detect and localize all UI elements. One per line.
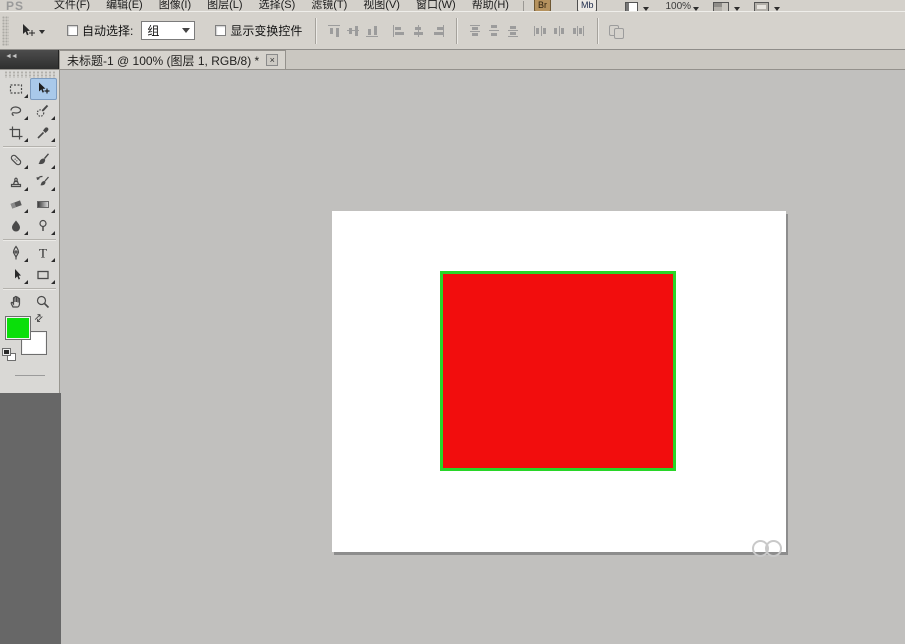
align-vertical-centers-icon[interactable] [345,24,362,38]
move-tool-icon [19,23,37,39]
workspace: T ⇄ [0,70,905,644]
mb-button[interactable]: Mb [577,0,598,11]
zoom-tool[interactable] [30,291,57,313]
distribute-top-edges-icon[interactable] [467,24,484,38]
chevron-down-icon[interactable] [643,7,649,11]
align-bottom-edges-icon[interactable] [364,24,381,38]
distribute-right-edges-icon[interactable] [570,24,587,38]
menu-image[interactable]: 图像(I) [151,0,199,11]
align-right-edges-icon[interactable] [429,24,446,38]
auto-select-dropdown[interactable]: 组 [141,21,195,40]
chevron-down-icon[interactable] [774,7,780,11]
align-horizontal-centers-icon[interactable] [410,24,427,38]
collapse-panels-button[interactable]: ◄◄ [0,50,59,69]
document-tab-bar: ◄◄ 未标题-1 @ 100% (图层 1, RGB/8) * × [0,50,905,70]
auto-select-checkbox[interactable] [67,25,78,36]
launch-bridge-button[interactable]: Br [534,0,551,11]
double-arrow-icon: ◄◄ [5,53,17,60]
divider [15,375,45,376]
document-tab[interactable]: 未标题-1 @ 100% (图层 1, RGB/8) * × [59,50,286,69]
rectangular-marquee-tool[interactable] [3,78,30,100]
auto-select-value: 组 [142,22,182,39]
lasso-tool[interactable] [3,100,30,122]
menu-bar: PS 文件(F) 编辑(E) 图像(I) 图层(L) 选择(S) 滤镜(T) 视… [0,0,905,11]
document-tab-title: 未标题-1 @ 100% (图层 1, RGB/8) * [67,52,259,69]
type-tool[interactable]: T [30,242,57,264]
rectangle-shape-tool[interactable] [30,264,57,286]
close-icon[interactable]: × [266,54,278,66]
show-transform-checkbox[interactable] [215,25,226,36]
menu-window[interactable]: 窗口(W) [408,0,464,11]
chevron-down-icon[interactable] [693,7,699,11]
separator [315,18,316,44]
zoom-level-value[interactable]: 100% [665,1,691,11]
separator [597,18,598,44]
watermark-circles [752,538,792,560]
auto-select-label: 自动选择: [82,22,133,39]
align-top-edges-icon[interactable] [326,24,343,38]
menu-view[interactable]: 视图(V) [355,0,408,11]
document-canvas[interactable] [332,211,786,552]
color-swatches: ⇄ [0,313,59,367]
divider [3,239,56,240]
quick-selection-tool[interactable] [30,100,57,122]
blur-tool[interactable] [3,215,30,237]
menu-select[interactable]: 选择(S) [251,0,304,11]
auto-align-layers-icon[interactable] [608,24,625,38]
separator [456,18,457,44]
screen-mode-icon[interactable] [754,2,769,11]
menu-help[interactable]: 帮助(H) [464,0,517,11]
menu-separator [523,1,524,11]
svg-text:T: T [39,246,47,261]
hand-tool[interactable] [3,291,30,313]
eraser-tool[interactable] [3,193,30,215]
options-bar-grip[interactable] [2,16,9,46]
divider [3,288,56,289]
gradient-tool[interactable] [30,193,57,215]
show-transform-label: 显示变换控件 [230,22,302,39]
distribute-bottom-edges-icon[interactable] [505,24,522,38]
view-extras-icon[interactable] [625,2,638,11]
divider [3,146,56,147]
tools-panel-grip[interactable] [4,71,55,78]
pen-tool[interactable] [3,242,30,264]
crop-tool[interactable] [3,122,30,144]
distribute-horizontal-centers-icon[interactable] [551,24,568,38]
swap-colors-icon[interactable]: ⇄ [32,312,46,326]
workspace-icon[interactable] [713,2,729,11]
move-tool-preset[interactable] [15,21,49,41]
menu-edit[interactable]: 编辑(E) [98,0,151,11]
chevron-down-icon[interactable] [39,30,45,37]
align-left-edges-icon[interactable] [391,24,408,38]
chevron-down-icon [182,28,190,37]
menu-filter[interactable]: 滤镜(T) [303,0,355,11]
distribute-left-edges-icon[interactable] [532,24,549,38]
options-bar: 自动选择: 组 显示变换控件 [0,11,905,50]
eyedropper-tool[interactable] [30,122,57,144]
default-colors-icon[interactable] [2,348,18,363]
chevron-down-icon[interactable] [734,7,740,11]
dodge-tool[interactable] [30,215,57,237]
drawn-rectangle [440,271,676,471]
distribute-vertical-centers-icon[interactable] [486,24,503,38]
gradient-icon [37,201,49,208]
spot-healing-brush-tool[interactable] [3,149,30,171]
clone-stamp-tool[interactable] [3,171,30,193]
brush-tool[interactable] [30,149,57,171]
move-tool[interactable] [30,78,57,100]
tools-panel: T ⇄ [0,70,60,393]
history-brush-tool[interactable] [30,171,57,193]
menu-layer[interactable]: 图层(L) [199,0,250,11]
foreground-color-swatch[interactable] [5,316,31,340]
canvas-area [61,70,905,644]
path-selection-tool[interactable] [3,264,30,286]
left-dock-empty-area [0,393,61,644]
photoshop-logo: PS [6,0,24,11]
menu-file[interactable]: 文件(F) [46,0,98,11]
